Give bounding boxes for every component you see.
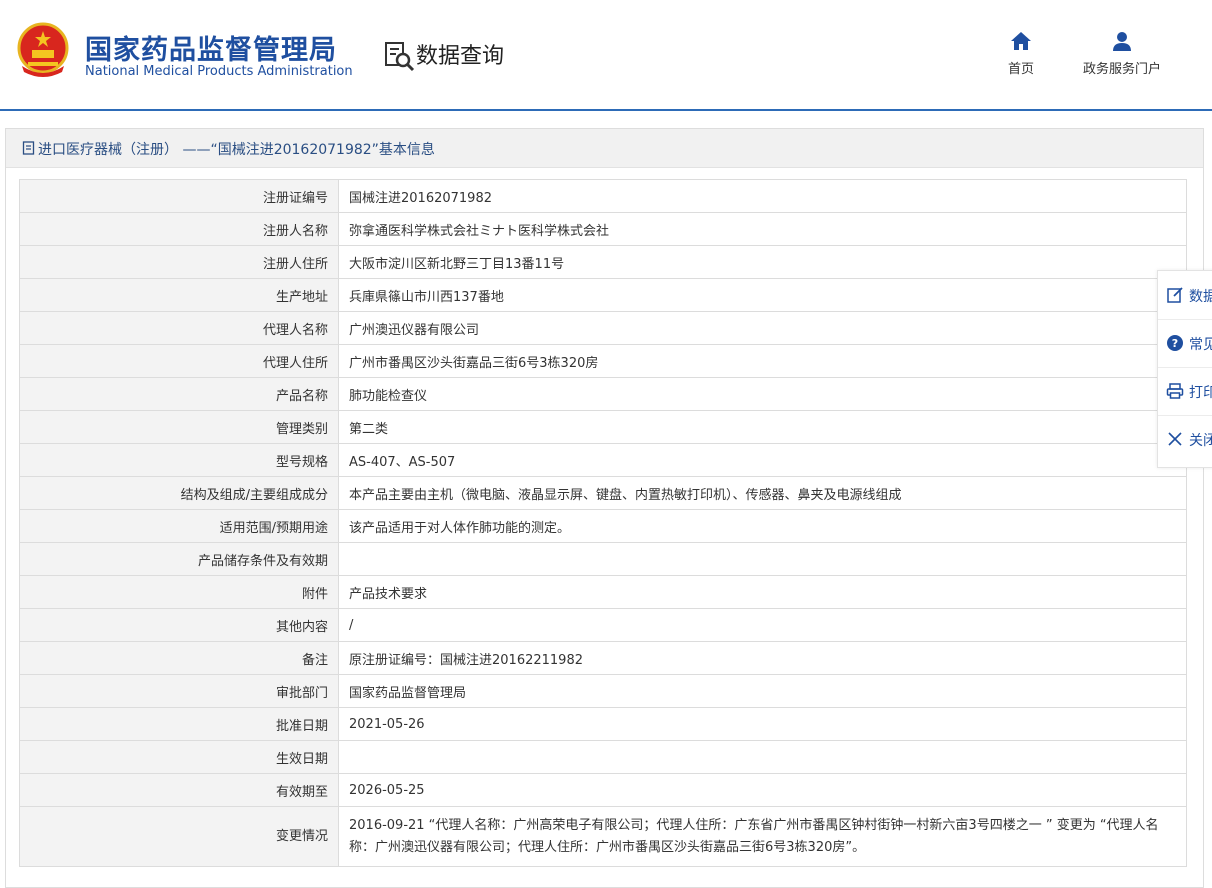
- field-label: 产品储存条件及有效期: [19, 542, 339, 576]
- field-value: 广州澳迅仪器有限公司: [338, 311, 1187, 345]
- float-print-label: 打印: [1189, 385, 1212, 401]
- field-value: 弥拿通医科学株式会社ミナト医科学株式会社: [338, 212, 1187, 246]
- nav-home-label: 首页: [1007, 62, 1034, 77]
- site-header: 国家药品监督管理局 National Medical Products Admi…: [0, 0, 1212, 110]
- field-label: 注册人名称: [19, 212, 339, 246]
- field-label: 型号规格: [19, 443, 339, 477]
- field-label: 附件: [19, 575, 339, 609]
- table-row: 产品储存条件及有效期: [19, 542, 1187, 576]
- field-value: 兵庫県篠山市川西137番地: [338, 278, 1187, 312]
- float-faq-label: 常见: [1189, 337, 1212, 353]
- table-row: 生产地址 兵庫県篠山市川西137番地: [19, 278, 1187, 312]
- field-value: 产品技术要求: [338, 575, 1187, 609]
- field-value: AS-407、AS-507: [338, 443, 1187, 477]
- field-label: 管理类别: [19, 410, 339, 444]
- field-label: 注册证编号: [19, 179, 339, 213]
- panel-header: 进口医疗器械（注册） ——“国械注进20162071982”基本信息: [6, 129, 1203, 168]
- float-print-button[interactable]: 打印: [1158, 367, 1212, 416]
- field-label: 代理人名称: [19, 311, 339, 345]
- nav-portal-label: 政务服务门户: [1082, 62, 1161, 77]
- field-value: 广州市番禺区沙头街嘉品三街6号3栋320房: [338, 344, 1187, 378]
- nav-home[interactable]: 首页: [1001, 30, 1041, 77]
- field-value: 2021-05-26: [338, 707, 1187, 741]
- field-label: 适用范围/预期用途: [19, 509, 339, 543]
- header-divider: [0, 109, 1212, 111]
- field-label: 备注: [19, 641, 339, 675]
- field-label: 注册人住所: [19, 245, 339, 279]
- table-row: 变更情况 2016-09-21 “代理人名称：广州高荣电子有限公司；代理人住所：广…: [19, 806, 1187, 867]
- table-row: 管理类别 第二类: [19, 410, 1187, 444]
- field-value: 2026-05-25: [338, 773, 1187, 807]
- table-row: 生效日期: [19, 740, 1187, 774]
- float-faq-button[interactable]: ? 常见: [1158, 319, 1212, 368]
- field-value: [338, 740, 1187, 774]
- field-value: 本产品主要由主机（微电脑、液晶显示屏、键盘、内置热敏打印机）、传感器、鼻夹及电源…: [338, 476, 1187, 510]
- field-label: 变更情况: [19, 806, 339, 867]
- field-label: 生产地址: [19, 278, 339, 312]
- table-row: 代理人名称 广州澳迅仪器有限公司: [19, 311, 1187, 345]
- table-row: 适用范围/预期用途 该产品适用于对人体作肺功能的测定。: [19, 509, 1187, 543]
- field-value: 国械注进20162071982: [338, 179, 1187, 213]
- table-row: 产品名称 肺功能检查仪: [19, 377, 1187, 411]
- table-row: 审批部门 国家药品监督管理局: [19, 674, 1187, 708]
- help-icon: ?: [1167, 335, 1183, 351]
- field-value: /: [338, 608, 1187, 642]
- table-row: 批准日期 2021-05-26: [19, 707, 1187, 741]
- field-value: 大阪市淀川区新北野三丁目13番11号: [338, 245, 1187, 279]
- float-data-label: 数据: [1189, 289, 1212, 305]
- section-title: 数据查询: [416, 44, 505, 69]
- field-label: 批准日期: [19, 707, 339, 741]
- field-value: 国家药品监督管理局: [338, 674, 1187, 708]
- field-value: 肺功能检查仪: [338, 377, 1187, 411]
- table-row: 其他内容 /: [19, 608, 1187, 642]
- table-row: 注册人名称 弥拿通医科学株式会社ミナト医科学株式会社: [19, 212, 1187, 246]
- field-value: 第二类: [338, 410, 1187, 444]
- edit-icon: [1167, 287, 1183, 303]
- field-value: 原注册证编号：国械注进20162211982: [338, 641, 1187, 675]
- table-row: 注册证编号 国械注进20162071982: [19, 179, 1187, 213]
- field-label: 有效期至: [19, 773, 339, 807]
- national-emblem-icon: [17, 22, 69, 77]
- data-search-icon: [385, 42, 415, 72]
- table-row: 备注 原注册证编号：国械注进20162211982: [19, 641, 1187, 675]
- field-label: 结构及组成/主要组成成分: [19, 476, 339, 510]
- floating-toolbar: 数据 ? 常见 打印 关闭: [1157, 270, 1212, 468]
- panel-title: 进口医疗器械（注册） ——“国械注进20162071982”基本信息: [38, 142, 435, 158]
- svg-text:?: ?: [1172, 337, 1178, 350]
- table-row: 代理人住所 广州市番禺区沙头街嘉品三街6号3栋320房: [19, 344, 1187, 378]
- table-row: 有效期至 2026-05-25: [19, 773, 1187, 807]
- info-table: 注册证编号 国械注进20162071982 注册人名称 弥拿通医科学株式会社ミナト医科…: [19, 179, 1187, 867]
- nav-service-portal[interactable]: 政务服务门户: [1076, 30, 1168, 77]
- printer-icon: [1166, 383, 1184, 399]
- float-data-button[interactable]: 数据: [1158, 271, 1212, 320]
- field-label: 产品名称: [19, 377, 339, 411]
- home-icon: [1011, 32, 1031, 50]
- close-icon: [1168, 432, 1182, 446]
- site-title: 国家药品监督管理局: [85, 35, 337, 66]
- table-row: 注册人住所 大阪市淀川区新北野三丁目13番11号: [19, 245, 1187, 279]
- field-label: 生效日期: [19, 740, 339, 774]
- table-row: 附件 产品技术要求: [19, 575, 1187, 609]
- field-value: [338, 542, 1187, 576]
- field-value: 该产品适用于对人体作肺功能的测定。: [338, 509, 1187, 543]
- field-label: 审批部门: [19, 674, 339, 708]
- field-value: 2016-09-21 “代理人名称：广州高荣电子有限公司；代理人住所：广东省广州…: [338, 806, 1187, 867]
- float-close-button[interactable]: 关闭: [1158, 415, 1212, 463]
- document-icon: [22, 141, 35, 155]
- site-title-english: National Medical Products Administration: [85, 64, 353, 79]
- table-row: 结构及组成/主要组成成分 本产品主要由主机（微电脑、液晶显示屏、键盘、内置热敏打印…: [19, 476, 1187, 510]
- table-row: 型号规格 AS-407、AS-507: [19, 443, 1187, 477]
- field-label: 代理人住所: [19, 344, 339, 378]
- field-label: 其他内容: [19, 608, 339, 642]
- user-icon: [1113, 32, 1131, 51]
- float-close-label: 关闭: [1189, 433, 1212, 449]
